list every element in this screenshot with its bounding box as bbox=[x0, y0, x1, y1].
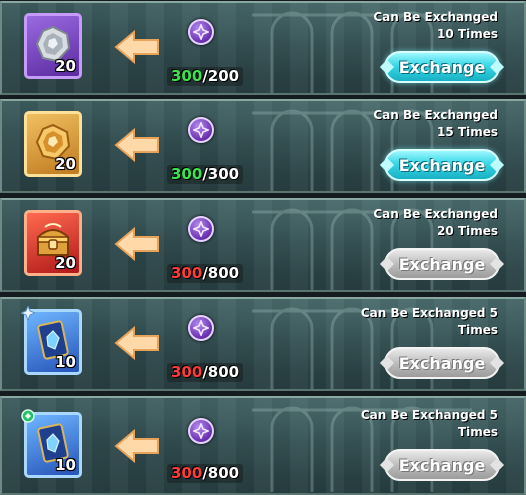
exchange-row: 10 300/800 Can Be Exchanged 5 Times Excha… bbox=[0, 396, 526, 495]
cost-counter: 300/300 bbox=[167, 165, 244, 184]
exchange-row: 20 300/200 Can Be Exchanged 10 Times Exch… bbox=[0, 1, 526, 95]
exchange-button[interactable]: Exchange bbox=[384, 51, 500, 83]
exchange-button[interactable]: Exchange bbox=[384, 449, 500, 481]
arrow-left-icon bbox=[114, 325, 159, 361]
purple-token-icon bbox=[188, 418, 214, 444]
owned-amount: 300 bbox=[171, 67, 203, 85]
exchange-button[interactable]: Exchange bbox=[384, 248, 500, 280]
item-slot[interactable]: 20 bbox=[24, 13, 82, 79]
required-amount: 200 bbox=[207, 67, 240, 85]
item-slot[interactable]: 20 bbox=[24, 111, 82, 177]
item-quantity: 10 bbox=[55, 353, 76, 371]
item-quantity: 10 bbox=[55, 456, 76, 474]
item-quantity: 20 bbox=[55, 155, 76, 173]
exchange-limit-text: Can Be Exchanged 5 Times bbox=[360, 408, 498, 439]
required-amount: 800 bbox=[207, 464, 240, 482]
arrow-left-icon bbox=[114, 226, 159, 262]
required-amount: 300 bbox=[207, 165, 240, 183]
purple-token-icon bbox=[188, 216, 214, 242]
item-slot[interactable]: 10 bbox=[21, 409, 82, 478]
exchange-button[interactable]: Exchange bbox=[384, 347, 500, 379]
cost-counter: 300/200 bbox=[167, 67, 244, 86]
item-quantity: 20 bbox=[55, 254, 76, 272]
exchange-limit-text: Can Be Exchanged 5 Times bbox=[360, 306, 498, 337]
cost-counter: 300/800 bbox=[167, 363, 244, 382]
owned-amount: 300 bbox=[171, 264, 203, 282]
item-slot[interactable]: 20 bbox=[24, 210, 82, 276]
item-slot[interactable]: 10 bbox=[21, 306, 82, 375]
purple-token-icon bbox=[188, 117, 214, 143]
cost-counter: 300/800 bbox=[167, 464, 244, 483]
item-quantity: 20 bbox=[55, 57, 76, 75]
purple-token-icon bbox=[188, 315, 214, 341]
exchange-list: 20 300/200 Can Be Exchanged 10 Times Exch… bbox=[0, 0, 526, 495]
exchange-button[interactable]: Exchange bbox=[384, 149, 500, 181]
sparkle-icon bbox=[21, 306, 35, 320]
arrow-left-icon bbox=[114, 29, 159, 65]
exchange-row: 20 300/800 Can Be Exchanged 20 Times Exch… bbox=[0, 198, 526, 292]
exchange-limit-text: Can Be Exchanged 10 Times bbox=[373, 10, 498, 41]
exchange-row: 20 300/300 Can Be Exchanged 15 Times Exch… bbox=[0, 99, 526, 193]
cost-counter: 300/800 bbox=[167, 264, 244, 283]
exchange-limit-text: Can Be Exchanged 15 Times bbox=[373, 108, 498, 139]
owned-amount: 300 bbox=[171, 464, 203, 482]
owned-amount: 300 bbox=[171, 363, 203, 381]
exchange-limit-text: Can Be Exchanged 20 Times bbox=[373, 207, 498, 238]
purple-token-icon bbox=[188, 19, 214, 45]
arrow-left-icon bbox=[114, 428, 159, 464]
required-amount: 800 bbox=[207, 363, 240, 381]
owned-amount: 300 bbox=[171, 165, 203, 183]
arrow-left-icon bbox=[114, 127, 159, 163]
exchange-row: 10 300/800 Can Be Exchanged 5 Times Excha… bbox=[0, 297, 526, 391]
required-amount: 800 bbox=[207, 264, 240, 282]
green-gem-icon bbox=[21, 409, 35, 423]
